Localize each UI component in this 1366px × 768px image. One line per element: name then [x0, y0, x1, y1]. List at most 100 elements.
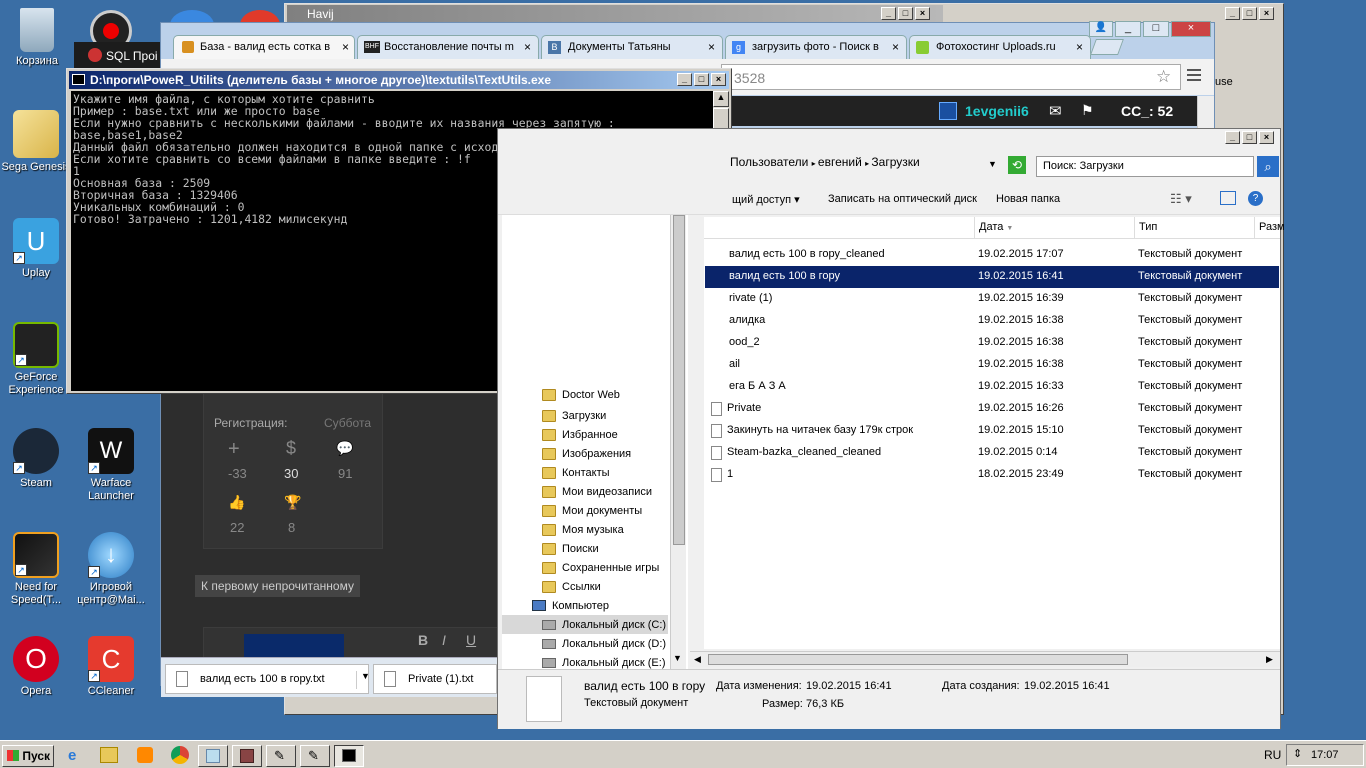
media-player-icon[interactable] [137, 747, 153, 763]
desktop-icon-ccleaner[interactable]: C ↗ CCleaner [76, 636, 146, 698]
bold-button[interactable]: B [418, 632, 428, 648]
desktop-icon-warface[interactable]: W ↗ Warface Launcher [76, 428, 146, 503]
taskbar-window-button[interactable] [198, 745, 228, 767]
close-button[interactable]: × [1259, 7, 1274, 20]
browser-tab[interactable]: BHF Восстановление почты m × [357, 35, 539, 59]
scroll-up-button[interactable]: ▲ [713, 91, 729, 107]
menu-icon[interactable] [1187, 69, 1201, 81]
close-button[interactable]: × [1259, 131, 1274, 144]
file-row[interactable]: rivate (1) 19.02.2015 16:39 Текстовый доку… [705, 288, 1279, 310]
browser-tab[interactable]: B Документы Татьяны × [541, 35, 723, 59]
breadcrumb[interactable]: Пользователи ▸ евгений ▸ Загрузки [730, 155, 1030, 177]
scroll-left-button[interactable]: ◀ [694, 654, 701, 665]
start-button[interactable]: Пуск [2, 745, 54, 767]
scroll-thumb[interactable] [673, 215, 685, 545]
file-row[interactable]: 1 18.02.2015 23:49 Текстовый документ [705, 464, 1279, 486]
new-folder-button[interactable]: Новая папка [996, 193, 1060, 205]
language-indicator[interactable]: RU [1264, 748, 1281, 762]
desktop-icon-geforce[interactable]: ↗ GeForce Experience [1, 322, 71, 397]
tab-close-icon[interactable]: × [1076, 40, 1083, 54]
scroll-down-button[interactable]: ▼ [673, 653, 682, 663]
search-icon[interactable]: ⌕ [1257, 156, 1279, 177]
tree-item[interactable]: Изображения [542, 444, 631, 463]
explorer-icon[interactable] [100, 747, 118, 763]
ie-icon[interactable]: e [68, 747, 76, 764]
file-row[interactable]: ега Б А З А 19.02.2015 16:33 Текстовый док… [705, 376, 1279, 398]
scroll-right-button[interactable]: ▶ [1266, 654, 1273, 665]
underline-button[interactable]: U [466, 632, 476, 648]
preview-pane-icon[interactable] [1220, 191, 1236, 205]
minimize-button[interactable]: _ [1115, 21, 1141, 37]
file-row[interactable]: валид есть 100 в гору_cleaned 19.02.2015 … [705, 244, 1279, 266]
tab-close-icon[interactable]: × [892, 40, 899, 54]
tree-item-drive-c[interactable]: Локальный диск (C:) [502, 615, 668, 634]
column-header-date[interactable]: Дата ▼ [974, 217, 1132, 239]
search-input[interactable]: Поиск: Загрузки [1036, 156, 1254, 177]
file-row-selected[interactable]: валид есть 100 в гору 19.02.2015 16:41 Тек… [705, 266, 1279, 288]
new-tab-button[interactable] [1090, 39, 1124, 55]
tab-close-icon[interactable]: × [342, 40, 349, 54]
tree-item[interactable]: Избранное [542, 425, 618, 444]
maximize-button[interactable]: □ [1143, 21, 1169, 37]
chevron-down-icon[interactable]: ▼ [988, 159, 997, 169]
download-item[interactable]: Private (1).txt [373, 664, 497, 694]
breadcrumb-item[interactable]: Пользователи [730, 155, 808, 169]
unread-button[interactable]: К первому непрочитанному [195, 575, 360, 597]
tree-item[interactable]: Ссылки [542, 577, 601, 596]
refresh-icon[interactable]: ⟲ [1008, 156, 1026, 174]
tree-item[interactable]: Сохраненные игры [542, 558, 659, 577]
file-row[interactable]: Private 19.02.2015 16:26 Текстовый докумен… [705, 398, 1279, 420]
tree-item[interactable]: Загрузки [542, 406, 606, 425]
desktop-icon-game-center[interactable]: ↓ ↗ Игровой центр@Mai... [76, 532, 146, 607]
desktop-icon-uplay[interactable]: U ↗ Uplay [1, 218, 71, 280]
file-row[interactable]: ood_2 19.02.2015 16:38 Текстовый документ [705, 332, 1279, 354]
avatar[interactable] [939, 102, 957, 120]
tree-item[interactable]: Мои документы [542, 501, 642, 520]
browser-tab-active[interactable]: База - валид есть сотка в × [173, 35, 355, 59]
close-button[interactable]: × [1171, 21, 1211, 37]
breadcrumb-item[interactable]: евгений [818, 155, 862, 169]
desktop-icon-nfs[interactable]: ↗ Need for Speed(T... [1, 532, 71, 607]
share-button[interactable]: щий доступ ▾ [732, 193, 800, 206]
minimize-button[interactable]: _ [677, 73, 692, 86]
breadcrumb-item[interactable]: Загрузки [871, 155, 919, 169]
minimize-button[interactable]: _ [1225, 131, 1240, 144]
tree-item[interactable]: Моя музыка [542, 520, 624, 539]
file-row[interactable]: ail 19.02.2015 16:38 Текстовый документ [705, 354, 1279, 376]
tab-close-icon[interactable]: × [524, 40, 531, 54]
star-icon[interactable]: ☆ [1156, 67, 1171, 87]
scroll-thumb[interactable] [708, 654, 1128, 665]
tray-expand-icon[interactable]: ⇕ [1293, 747, 1302, 760]
address-bar[interactable]: 3528 ☆ [721, 64, 1181, 90]
file-row[interactable]: Закинуть на читачек базу 179к строк 19.02… [705, 420, 1279, 442]
tab-close-icon[interactable]: × [708, 40, 715, 54]
tree-item[interactable]: Doctor Web [542, 385, 620, 404]
tree-item-computer[interactable]: Компьютер [532, 596, 609, 615]
maximize-button[interactable]: □ [1242, 7, 1257, 20]
tree-item[interactable]: Контакты [542, 463, 610, 482]
sql-window[interactable]: SQL Проі [74, 42, 164, 70]
browser-tab[interactable]: Фотохостинг Uploads.ru × [909, 35, 1091, 59]
chrome-icon[interactable] [171, 746, 189, 764]
maximize-button[interactable]: □ [694, 73, 709, 86]
column-header-type[interactable]: Тип [1134, 217, 1252, 239]
file-list-hscroll[interactable]: ◀ ▶ [690, 651, 1280, 667]
close-button[interactable]: × [915, 7, 930, 20]
desktop-icon-opera[interactable]: O Opera [1, 636, 71, 698]
file-row[interactable]: Steam-bazka_cleaned_cleaned 19.02.2015 0:… [705, 442, 1279, 464]
minimize-button[interactable]: _ [881, 7, 896, 20]
taskbar-window-button[interactable]: ✎ [300, 745, 330, 767]
taskbar-window-button-active[interactable] [334, 745, 364, 767]
file-row[interactable]: алидка 19.02.2015 16:38 Текстовый документ [705, 310, 1279, 332]
minimize-button[interactable]: _ [1225, 7, 1240, 20]
tree-item[interactable]: Поиски [542, 539, 599, 558]
taskbar-window-button[interactable]: ✎ [266, 745, 296, 767]
italic-button[interactable]: I [442, 632, 446, 648]
close-button[interactable]: × [711, 73, 726, 86]
chevron-down-icon[interactable]: ▼ [356, 671, 370, 689]
download-item[interactable]: валид есть 100 в гору.txt ▼ [165, 664, 370, 694]
maximize-button[interactable]: □ [1242, 131, 1257, 144]
desktop-icon-sega[interactable]: Sega Genesis [1, 110, 71, 174]
username[interactable]: 1evgenii6 [965, 103, 1029, 119]
browser-tab[interactable]: g загрузить фото - Поиск в × [725, 35, 907, 59]
